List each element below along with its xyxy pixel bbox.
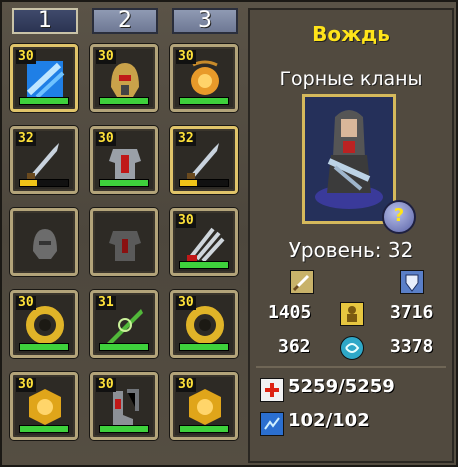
equipment-slot[interactable]: 32 <box>170 126 238 194</box>
equipment-slot[interactable]: 30 <box>170 372 238 440</box>
durability-bar <box>179 343 229 351</box>
helmet-empty-icon <box>33 229 57 259</box>
durability-bar <box>19 179 69 187</box>
durability-bar <box>99 179 149 187</box>
durability-bar <box>179 425 229 433</box>
hero-panel: Вождь Горные кланы ? Уровень: 32 1405 37… <box>248 8 454 463</box>
durability-bar <box>19 343 69 351</box>
armor-empty-icon <box>109 231 141 261</box>
hero-level: Уровень: 32 <box>288 238 414 262</box>
hero-class-title: Вождь <box>312 22 390 46</box>
item-level: 30 <box>176 377 196 392</box>
equipment-slot[interactable]: 31 <box>90 290 158 358</box>
item-level: 32 <box>16 131 36 146</box>
hero-portrait <box>302 94 396 224</box>
item-level: 30 <box>16 295 36 310</box>
item-level: 30 <box>176 49 196 64</box>
equipment-slot[interactable]: 30 <box>170 290 238 358</box>
durability-bar <box>99 97 149 105</box>
mana-icon <box>260 412 284 436</box>
equipment-slot[interactable]: 30 <box>10 290 78 358</box>
item-level: 30 <box>96 377 116 392</box>
equipment-slot[interactable]: 30 <box>10 44 78 112</box>
item-level: 31 <box>96 295 116 310</box>
equipment-slot[interactable]: 30 <box>90 44 158 112</box>
hero-faction: Горные кланы <box>279 68 423 90</box>
attack-value: 1405 <box>268 302 312 323</box>
divider <box>256 366 446 368</box>
tab-3[interactable]: 3 <box>172 8 238 34</box>
durability-bar <box>179 97 229 105</box>
stat3-value: 362 <box>278 336 311 357</box>
item-level: 30 <box>96 49 116 64</box>
spell-power-icon <box>340 302 364 326</box>
equipment-slot[interactable]: 30 <box>90 126 158 194</box>
item-level: 32 <box>176 131 196 146</box>
item-level: 30 <box>16 377 36 392</box>
durability-bar <box>179 179 229 187</box>
item-level: 30 <box>176 213 196 228</box>
equipment-slot[interactable]: 32 <box>10 126 78 194</box>
item-level: 30 <box>96 131 116 146</box>
equipment-slot[interactable]: 30 <box>170 208 238 276</box>
health-icon <box>260 378 284 402</box>
mana-value: 102/102 <box>288 410 370 431</box>
item-level: 30 <box>16 49 36 64</box>
equipment-slot[interactable]: 30 <box>10 372 78 440</box>
defense-value: 3716 <box>390 302 434 323</box>
hero-portrait-image <box>305 97 393 221</box>
durability-bar <box>99 343 149 351</box>
durability-bar <box>19 97 69 105</box>
attack-icon <box>290 270 314 294</box>
equipment-slot[interactable] <box>90 208 158 276</box>
equipment-slot[interactable]: 30 <box>170 44 238 112</box>
durability-bar <box>179 261 229 269</box>
help-button[interactable]: ? <box>382 200 416 234</box>
equipment-slot[interactable] <box>10 208 78 276</box>
stat4-value: 3378 <box>390 336 434 357</box>
durability-bar <box>99 425 149 433</box>
equipment-slot[interactable]: 30 <box>90 372 158 440</box>
health-value: 5259/5259 <box>288 376 395 397</box>
item-level: 30 <box>176 295 196 310</box>
equipment-window: 1 2 3 30 30 30 32 30 32 30 30 31 30 30 30 30 Вождь Г… <box>0 0 458 467</box>
durability-bar <box>19 425 69 433</box>
defense-icon <box>400 270 424 294</box>
knowledge-icon <box>340 336 364 360</box>
tab-1[interactable]: 1 <box>12 8 78 34</box>
tab-2[interactable]: 2 <box>92 8 158 34</box>
